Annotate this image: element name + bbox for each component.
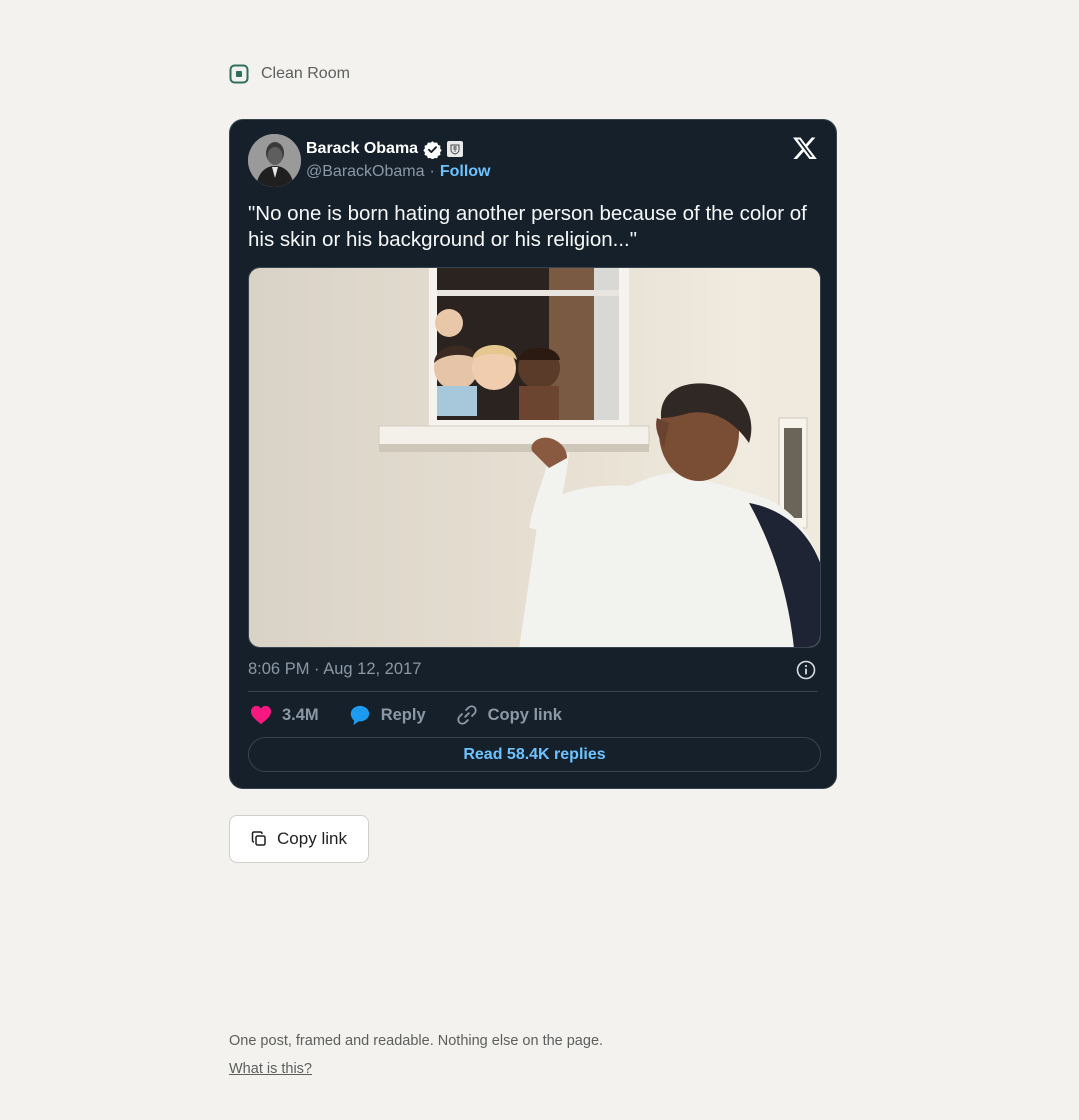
like-button[interactable]: 3.4M: [250, 705, 319, 725]
link-icon: [456, 705, 477, 725]
tweet-copy-link-button[interactable]: Copy link: [456, 704, 562, 726]
reply-button[interactable]: Reply: [349, 704, 426, 726]
copy-link-label: Copy link: [277, 829, 347, 848]
copy-icon: [251, 831, 266, 846]
brand-name: Clean Room: [261, 65, 350, 82]
handle-separator: ·: [429, 163, 435, 180]
post-text: "No one is born hating another person be…: [248, 202, 807, 251]
info-icon[interactable]: [796, 660, 816, 680]
follow-link[interactable]: Follow: [440, 163, 491, 181]
author-handle[interactable]: @BarackObama: [306, 163, 425, 181]
post-photo[interactable]: [248, 267, 821, 648]
post-timestamp[interactable]: 8:06 PM · Aug 12, 2017: [248, 660, 421, 679]
heart-icon: [251, 705, 271, 725]
action-bar: 3.4M Reply Copy link: [250, 704, 592, 726]
app-logo-icon: [229, 64, 249, 84]
brand: Clean Room: [229, 64, 350, 84]
x-logo-icon[interactable]: [792, 135, 818, 161]
tweet-copy-link-label: Copy link: [487, 705, 562, 724]
copy-link-button[interactable]: Copy link: [229, 815, 369, 863]
avatar[interactable]: [248, 134, 301, 187]
footer-text: One post, framed and readable. Nothing e…: [229, 1033, 604, 1049]
speech-bubble-icon: [350, 705, 369, 726]
divider: [248, 691, 818, 692]
author-block: Barack Obama @BarackObama · Follow: [306, 139, 491, 181]
embedded-post: Barack Obama @BarackObama · Follow "No o…: [229, 119, 837, 789]
what-is-this-link[interactable]: What is this?: [229, 1061, 312, 1077]
read-replies-button[interactable]: Read 58.4K replies: [248, 737, 821, 772]
government-seal-icon: [447, 141, 464, 157]
verified-badge-icon: [423, 140, 442, 159]
reply-label: Reply: [380, 705, 426, 724]
like-count: 3.4M: [282, 705, 319, 724]
author-name[interactable]: Barack Obama: [306, 140, 418, 158]
